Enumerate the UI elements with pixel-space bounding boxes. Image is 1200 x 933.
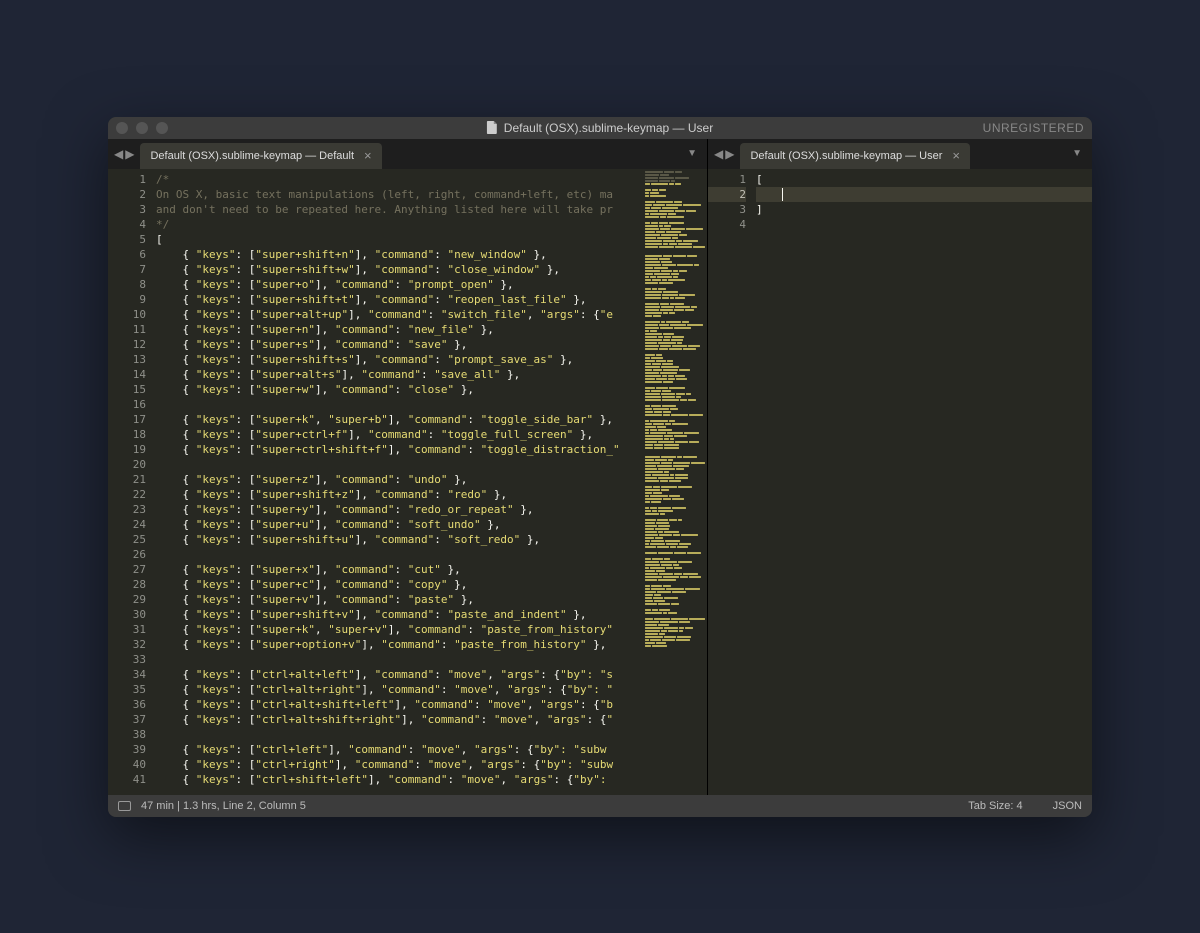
right-tab[interactable]: Default (OSX).sublime-keymap — User × <box>740 143 970 169</box>
left-editor[interactable]: 1234567891011121314151617181920212223242… <box>108 169 707 795</box>
right-tabbar: ◀ ▶ Default (OSX).sublime-keymap — User … <box>708 139 1092 169</box>
split-panes: ◀ ▶ Default (OSX).sublime-keymap — Defau… <box>108 139 1092 795</box>
status-tab-size[interactable]: Tab Size: 4 <box>968 800 1022 812</box>
right-code[interactable]: [ ] <box>756 169 1092 795</box>
nav-arrows: ◀ ▶ <box>714 147 734 161</box>
left-gutter: 1234567891011121314151617181920212223242… <box>108 169 156 795</box>
tab-dropdown-icon[interactable]: ▼ <box>687 148 697 159</box>
right-gutter: 1234 <box>708 169 756 795</box>
back-arrow-icon[interactable]: ◀ <box>714 147 723 161</box>
left-minimap[interactable] <box>643 169 707 795</box>
unregistered-label: UNREGISTERED <box>983 121 1084 135</box>
panel-switcher-icon[interactable] <box>118 801 131 811</box>
statusbar: 47 min | 1.3 hrs, Line 2, Column 5 Tab S… <box>108 795 1092 817</box>
window-title: Default (OSX).sublime-keymap — User <box>504 121 713 135</box>
back-arrow-icon[interactable]: ◀ <box>114 147 123 161</box>
window-title-container: Default (OSX).sublime-keymap — User <box>487 121 713 135</box>
app-window: Default (OSX).sublime-keymap — User UNRE… <box>108 117 1092 817</box>
left-code[interactable]: /*On OS X, basic text manipulations (lef… <box>156 169 643 795</box>
traffic-lights <box>116 122 168 134</box>
left-tab-label: Default (OSX).sublime-keymap — Default <box>150 150 354 162</box>
titlebar: Default (OSX).sublime-keymap — User UNRE… <box>108 117 1092 139</box>
left-pane: ◀ ▶ Default (OSX).sublime-keymap — Defau… <box>108 139 708 795</box>
forward-arrow-icon[interactable]: ▶ <box>725 147 734 161</box>
left-tabbar: ◀ ▶ Default (OSX).sublime-keymap — Defau… <box>108 139 707 169</box>
right-pane: ◀ ▶ Default (OSX).sublime-keymap — User … <box>708 139 1092 795</box>
forward-arrow-icon[interactable]: ▶ <box>125 147 134 161</box>
tab-dropdown-icon[interactable]: ▼ <box>1072 148 1082 159</box>
file-icon <box>487 121 498 134</box>
zoom-light[interactable] <box>156 122 168 134</box>
status-syntax[interactable]: JSON <box>1053 800 1082 812</box>
status-position: 47 min | 1.3 hrs, Line 2, Column 5 <box>141 800 306 812</box>
nav-arrows: ◀ ▶ <box>114 147 134 161</box>
close-icon[interactable]: × <box>364 148 372 163</box>
close-light[interactable] <box>116 122 128 134</box>
right-tab-label: Default (OSX).sublime-keymap — User <box>750 150 942 162</box>
left-tab[interactable]: Default (OSX).sublime-keymap — Default × <box>140 143 381 169</box>
close-icon[interactable]: × <box>952 148 960 163</box>
minimize-light[interactable] <box>136 122 148 134</box>
right-editor[interactable]: 1234 [ ] <box>708 169 1092 795</box>
